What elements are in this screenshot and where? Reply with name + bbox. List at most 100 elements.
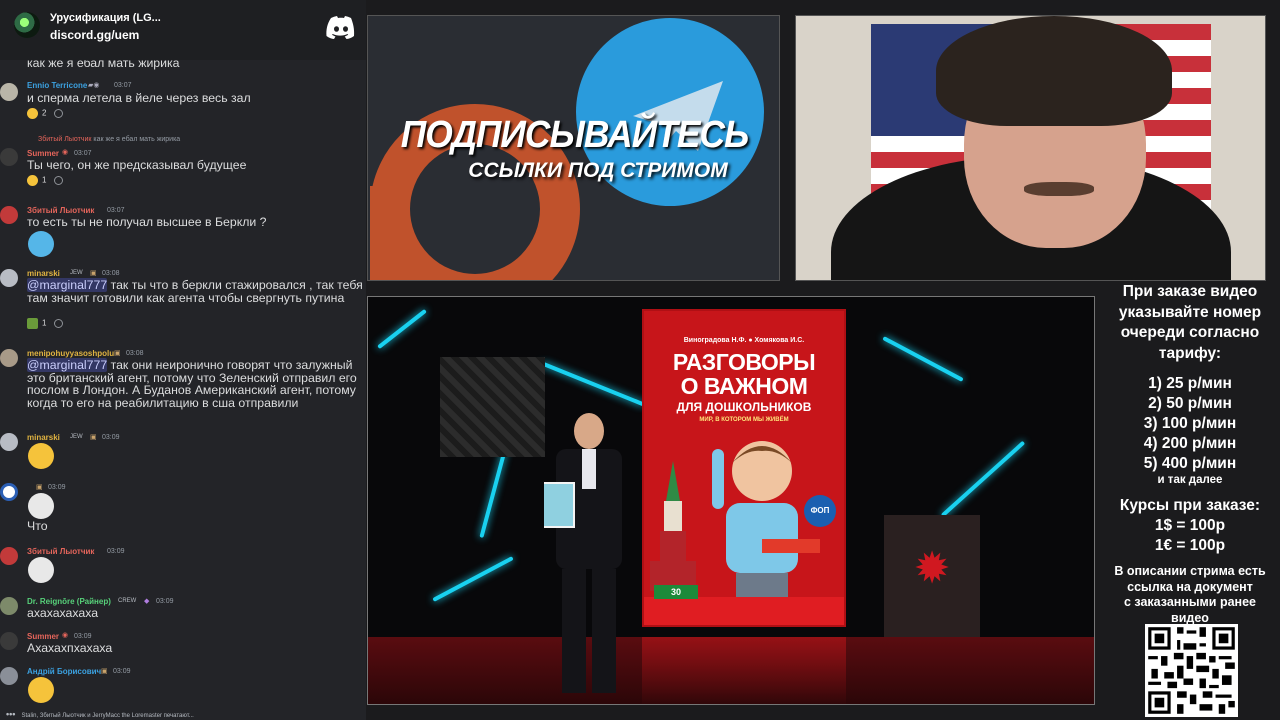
server-icon xyxy=(14,12,40,38)
book-bottom-bar xyxy=(644,597,844,625)
rates-list: 1$ = 100р 1€ = 100р xyxy=(1100,516,1280,556)
streamer-mustache xyxy=(1024,182,1094,196)
tariff-list: 1) 25 р/мин 2) 50 р/мин 3) 100 р/мин 4) … xyxy=(1100,374,1280,486)
badge-icon: ▰◉ xyxy=(88,82,100,89)
rates-title: Курсы при заказе: xyxy=(1119,497,1261,514)
tariff-item: 1) 25 р/мин xyxy=(1148,375,1232,392)
message-author[interactable]: Андрій Борисович xyxy=(27,667,101,676)
add-reaction-icon[interactable] xyxy=(54,176,64,185)
typing-indicator: ••• Stalin, Збитый Лыотчик и JerryMacc th… xyxy=(6,709,194,719)
laughing-emoji-icon xyxy=(28,677,54,703)
note-line: ссылка на документ xyxy=(1127,579,1253,594)
message-author[interactable]: Summer xyxy=(27,632,59,641)
book-cover: Виноградова Н.Ф. ● Хомякова И.С. РАЗГОВО… xyxy=(642,309,846,627)
reaction-emoji-icon xyxy=(27,318,38,329)
avatar[interactable] xyxy=(0,148,18,166)
subscribe-banner: ПОДПИСЫВАЙТЕСЬ ССЫЛКИ ПОД СТРИМОМ xyxy=(367,15,780,281)
light-beam xyxy=(377,308,427,350)
typing-dots-icon: ••• xyxy=(6,709,16,719)
note-line: В описании стрима есть xyxy=(1114,564,1266,578)
badge-icon: ▣ xyxy=(36,484,43,491)
order-heading-line: тарифу: xyxy=(1158,344,1222,362)
message-text: Ты чего, он же предсказывал будущее xyxy=(27,158,247,172)
avatar[interactable] xyxy=(0,206,18,224)
message-author[interactable]: minarski xyxy=(27,269,60,278)
message-text: то есть ты не получал высшее в Беркли ? xyxy=(27,215,267,229)
message-text: ахахахахаха xyxy=(27,606,99,620)
add-reaction-icon[interactable] xyxy=(54,109,64,118)
avatar[interactable] xyxy=(0,483,18,501)
reaction[interactable]: 1 xyxy=(27,318,64,332)
laugh-emoji-icon xyxy=(27,108,38,119)
reaction-count: 1 xyxy=(42,175,47,185)
avatar[interactable] xyxy=(0,269,18,287)
book-fop-badge: ФОП xyxy=(804,495,836,527)
book-authors: Виноградова Н.Ф. ● Хомякова И.С. xyxy=(683,337,805,344)
presenter-figure xyxy=(544,413,622,693)
message-text: и сперма летела в йеле через весь зал xyxy=(27,91,251,105)
light-beam xyxy=(479,450,507,538)
reaction[interactable]: 2 xyxy=(27,108,64,122)
tariff-etc: и так далее xyxy=(1157,474,1223,486)
message-author[interactable]: Збитый Лыотчик xyxy=(27,206,94,215)
message-author[interactable]: Збитый Лыотчик xyxy=(27,547,94,556)
message-time: 03:09 xyxy=(113,668,131,675)
message-time: 03:09 xyxy=(74,633,92,640)
message-text: @marginal777 так ты что в беркли стажиро… xyxy=(27,278,365,304)
message-author[interactable]: Ennio Terricone xyxy=(27,81,87,90)
reply-preview[interactable]: Збитый Лыотчик как же я ебал мать жирика xyxy=(38,136,180,143)
message-text: @marginal777 так они неиронично говорят … xyxy=(27,358,365,409)
patreon-logo-stem xyxy=(370,186,410,280)
streamer-hair xyxy=(936,16,1172,126)
message-time: 03:07 xyxy=(107,207,125,214)
avatar[interactable] xyxy=(0,83,18,101)
qr-code-icon[interactable] xyxy=(1145,624,1238,717)
message-author[interactable]: Summer xyxy=(27,149,59,158)
reply-text: как же я ебал мать жирика xyxy=(93,136,181,143)
laughing-emoji-icon xyxy=(28,443,54,469)
role-tag: JEW xyxy=(70,270,83,276)
badge-icon: ▣ xyxy=(90,434,97,441)
badge-icon: ◉ xyxy=(62,149,69,156)
shocked-emoji-icon xyxy=(28,231,54,257)
reply-author: Збитый Лыотчик xyxy=(38,136,92,143)
reaction[interactable]: 1 xyxy=(27,175,64,189)
badge-icon: ▣ xyxy=(90,270,97,277)
book-reflection xyxy=(642,637,846,704)
message-time: 03:07 xyxy=(114,82,132,89)
pepe-emoji-icon xyxy=(28,557,54,583)
thumbs-emoji-icon xyxy=(27,175,38,186)
book-subtitle: МИР, В КОТОРОМ МЫ ЖИВЁМ xyxy=(699,417,789,423)
message-author[interactable]: menipohuyyasoshpolu xyxy=(27,349,114,358)
tariff-item: 2) 50 р/мин xyxy=(1148,395,1232,412)
message-time: 03:07 xyxy=(74,150,92,157)
avatar[interactable] xyxy=(0,667,18,685)
avatar[interactable] xyxy=(0,433,18,451)
badge-icon: ▣ xyxy=(114,350,121,357)
description-note: В описании стрима есть ссылка на докумен… xyxy=(1100,564,1280,626)
role-tag: JEW xyxy=(70,434,83,440)
message-author[interactable]: Dr. Reignōre (Райнер) xyxy=(27,597,111,606)
avatar[interactable] xyxy=(0,597,18,615)
webcam-feed xyxy=(795,15,1266,281)
message-time: 03:09 xyxy=(156,598,174,605)
discord-icon xyxy=(326,16,355,39)
avatar[interactable] xyxy=(0,632,18,650)
avatar[interactable] xyxy=(0,547,18,565)
message-author[interactable]: minarski xyxy=(27,433,60,442)
typing-text: Stalin, Збитый Лыотчик и JerryMacc the L… xyxy=(21,713,194,719)
avatar[interactable] xyxy=(0,349,18,367)
message-text: Что xyxy=(27,519,48,533)
order-heading-line: очереди согласно xyxy=(1120,324,1260,341)
boy-illustration xyxy=(712,441,820,605)
add-reaction-icon[interactable] xyxy=(54,319,64,328)
tariff-item: 5) 400 р/мин xyxy=(1143,455,1237,472)
server-invite-link[interactable]: discord.gg/uem xyxy=(50,28,139,42)
chat-panel: как же я ебал мать жирика Ennio Terricon… xyxy=(0,0,366,720)
pepe-emoji-icon xyxy=(28,493,54,519)
stage-cube xyxy=(440,357,545,457)
video-player[interactable]: ✹ Виноградова Н.Ф. ● Хомякова И.С. РАЗГО… xyxy=(367,296,1095,705)
banner-title: ПОДПИСЫВАЙТЕСЬ xyxy=(400,114,749,156)
message-time: 03:08 xyxy=(126,350,144,357)
book-title-line: ДЛЯ ДОШКОЛЬНИКОВ xyxy=(676,400,812,414)
